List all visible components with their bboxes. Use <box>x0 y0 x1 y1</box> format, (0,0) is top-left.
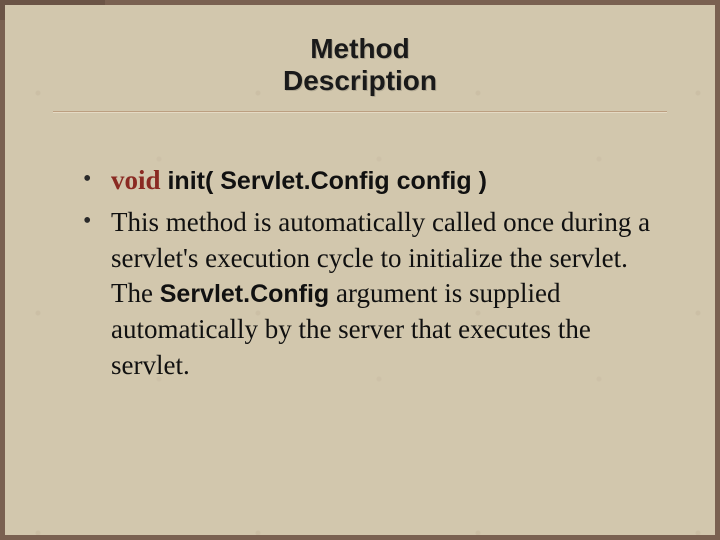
slide-body: Method Description void init( Servlet.Co… <box>5 5 715 535</box>
description-code: Servlet.Config <box>160 280 329 308</box>
keyword-void: void <box>111 165 161 195</box>
slide-title: Method Description <box>53 33 667 97</box>
slide-frame: Method Description void init( Servlet.Co… <box>0 0 720 540</box>
bullet-signature: void init( Servlet.Config config ) <box>83 163 657 199</box>
bullet-list: void init( Servlet.Config config ) This … <box>53 163 667 383</box>
title-divider <box>53 111 667 113</box>
signature-text: init( Servlet.Config config ) <box>161 167 487 195</box>
bullet-description: This method is automatically called once… <box>83 205 657 383</box>
